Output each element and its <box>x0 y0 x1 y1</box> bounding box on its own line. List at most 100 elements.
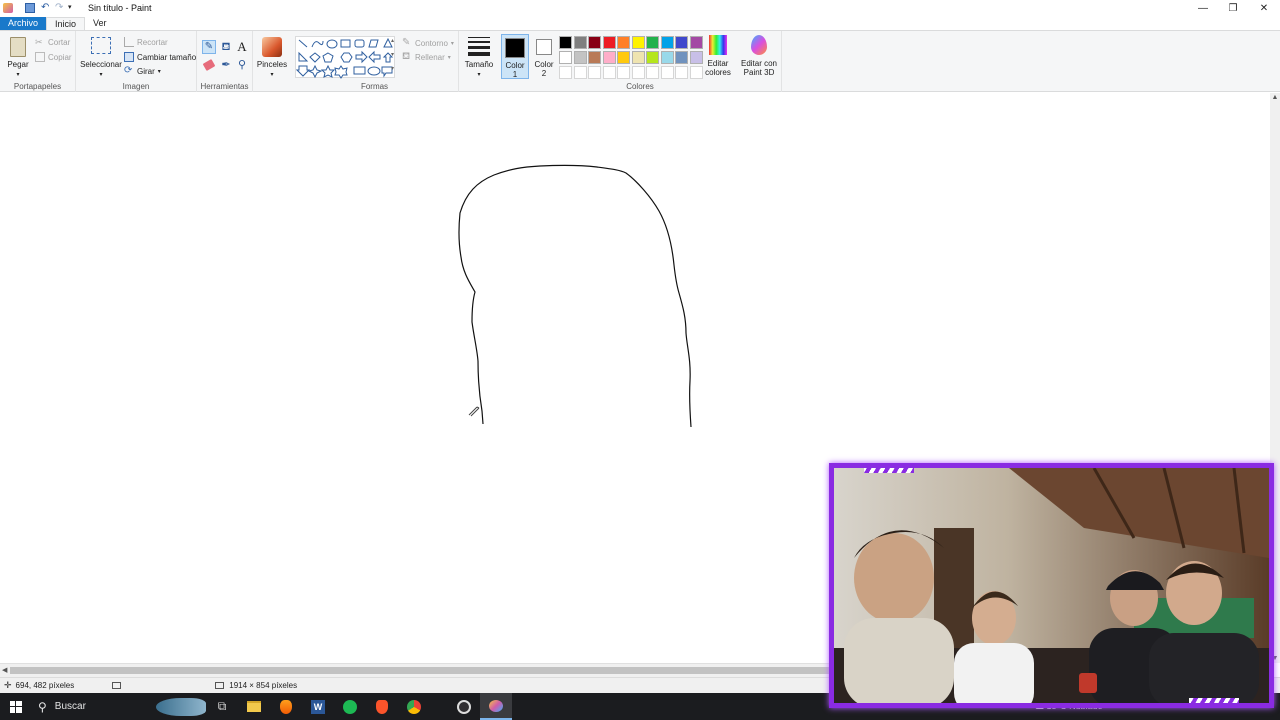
palette-color-swatch[interactable] <box>573 36 587 49</box>
color-palette <box>559 36 709 81</box>
select-button[interactable]: Seleccionar ▾ <box>80 37 122 80</box>
tab-home[interactable]: Inicio <box>46 17 86 30</box>
fill-shape-dropdown-icon: ▾ <box>447 54 451 61</box>
shapes-scroll-down-icon[interactable]: ▾ <box>391 51 394 58</box>
palette-custom-swatch[interactable] <box>689 66 703 79</box>
palette-color-swatch[interactable] <box>675 51 688 64</box>
tab-view[interactable]: Ver <box>85 17 115 30</box>
palette-custom-swatch[interactable] <box>602 66 616 79</box>
fill-shape-button[interactable]: ⛾ Rellenar ▾ <box>402 52 451 62</box>
scroll-left-arrow-icon[interactable]: ◀ <box>2 666 7 674</box>
palette-custom-swatch[interactable] <box>646 66 659 79</box>
size-button[interactable]: Tamaño ▾ <box>462 37 496 80</box>
restore-icon[interactable]: ❐ <box>1217 0 1249 16</box>
palette-color-fill <box>603 52 615 63</box>
palette-color-swatch[interactable] <box>588 51 601 64</box>
shapes-gallery[interactable] <box>295 36 395 79</box>
palette-custom-swatch[interactable] <box>675 66 688 79</box>
close-icon[interactable]: ✕ <box>1248 0 1280 16</box>
palette-color-swatch[interactable] <box>631 36 645 49</box>
scroll-up-arrow-icon[interactable]: ▲ <box>1270 94 1280 101</box>
cut-button[interactable]: ✂ Cortar <box>35 37 70 47</box>
minimize-icon[interactable]: — <box>1187 0 1219 16</box>
color2-button[interactable]: Color 2 <box>530 34 558 79</box>
shapes-expand-icon[interactable]: ▾ <box>391 65 394 72</box>
paint-app-icon <box>3 3 13 13</box>
taskbar-search[interactable]: ⚲ Buscar <box>32 693 162 720</box>
fill-shape-icon: ⛾ <box>402 51 411 62</box>
palette-color-swatch[interactable] <box>660 51 674 64</box>
palette-color-fill <box>560 52 571 63</box>
palette-custom-swatch[interactable] <box>617 66 630 79</box>
palette-color-swatch[interactable] <box>559 51 572 64</box>
size-group: Tamaño ▾ <box>459 31 499 92</box>
palette-color-swatch[interactable] <box>689 36 703 49</box>
rotate-button[interactable]: ⟳ Girar ▾ <box>124 66 161 76</box>
paste-dropdown-icon: ▾ <box>16 72 20 78</box>
edit-paint3d-label: Editar con <box>740 59 778 68</box>
palette-color-swatch[interactable] <box>646 36 659 49</box>
copy-button[interactable]: Copiar <box>35 52 72 62</box>
paste-button[interactable]: Pegar ▾ <box>4 37 32 80</box>
palette-color-swatch[interactable] <box>689 51 703 64</box>
text-icon[interactable]: A <box>235 40 249 54</box>
palette-custom-swatch[interactable] <box>573 66 587 79</box>
palette-custom-swatch[interactable] <box>559 66 572 79</box>
palette-color-swatch[interactable] <box>602 36 616 49</box>
fl-studio-icon[interactable] <box>270 693 302 720</box>
rotate-icon: ⟳ <box>124 65 133 76</box>
start-icon[interactable] <box>0 693 32 720</box>
obs-icon[interactable] <box>448 693 480 720</box>
search-placeholder: Buscar <box>54 701 86 712</box>
task-view-icon[interactable]: ⧉ <box>206 693 238 720</box>
edit-paint3d-label2: Paint 3D <box>743 68 775 77</box>
crop-button[interactable]: Recortar <box>124 37 168 47</box>
outline-button[interactable]: ✎ Contorno ▾ <box>402 38 454 48</box>
save-icon[interactable] <box>25 3 35 13</box>
palette-color-fill <box>632 52 644 63</box>
color1-button[interactable]: Color 1 <box>501 34 529 79</box>
redo-icon[interactable]: ↷ <box>55 3 65 13</box>
spotify-icon[interactable] <box>334 693 366 720</box>
color1-label: Color <box>505 61 525 70</box>
palette-color-swatch[interactable] <box>646 51 659 64</box>
palette-color-swatch[interactable] <box>602 51 616 64</box>
brushes-button[interactable]: Pinceles ▾ <box>255 37 289 80</box>
word-icon[interactable]: W <box>302 693 334 720</box>
color-picker-icon[interactable]: ✒ <box>219 58 233 72</box>
palette-color-swatch[interactable] <box>617 36 630 49</box>
eraser-icon[interactable] <box>202 59 216 71</box>
palette-color-swatch[interactable] <box>573 51 587 64</box>
resize-icon <box>124 52 134 62</box>
palette-custom-swatch[interactable] <box>660 66 674 79</box>
search-highlight-shark-icon <box>156 697 206 716</box>
chrome-icon[interactable] <box>398 693 430 720</box>
magnifier-icon[interactable]: ⚲ <box>235 58 249 72</box>
palette-color-swatch[interactable] <box>631 51 645 64</box>
palette-color-fill <box>589 52 600 63</box>
palette-custom-swatch[interactable] <box>631 66 645 79</box>
edit-paint3d-button[interactable]: Editar con Paint 3D <box>738 35 780 77</box>
palette-color-swatch[interactable] <box>617 51 630 64</box>
undo-icon[interactable]: ↶ <box>41 3 51 13</box>
crop-label: Recortar <box>137 37 168 47</box>
palette-color-swatch[interactable] <box>675 36 688 49</box>
edit-colors-button[interactable]: Editar colores <box>703 35 733 77</box>
tab-file[interactable]: Archivo <box>0 17 47 30</box>
brave-icon[interactable] <box>366 693 398 720</box>
palette-custom-swatch[interactable] <box>588 66 601 79</box>
palette-color-swatch[interactable] <box>559 36 572 49</box>
pencil-icon[interactable]: ✎ <box>202 40 216 54</box>
file-explorer-icon[interactable] <box>238 693 270 720</box>
shapes-scroll-up-icon[interactable]: ▴ <box>391 37 394 44</box>
palette-color-fill <box>560 37 571 48</box>
fill-icon[interactable]: ⛾ <box>219 40 233 54</box>
palette-color-swatch[interactable] <box>660 36 674 49</box>
webcam-frame-corner-icon-2 <box>1189 698 1239 703</box>
paint-icon[interactable] <box>480 693 512 720</box>
palette-color-swatch[interactable] <box>588 36 601 49</box>
customize-quick-access-icon[interactable]: ▾ <box>68 3 78 13</box>
line-size-icon <box>468 37 490 56</box>
rotate-dropdown-icon: ▾ <box>157 68 161 75</box>
resize-button[interactable]: Cambiar tamaño <box>124 52 196 62</box>
